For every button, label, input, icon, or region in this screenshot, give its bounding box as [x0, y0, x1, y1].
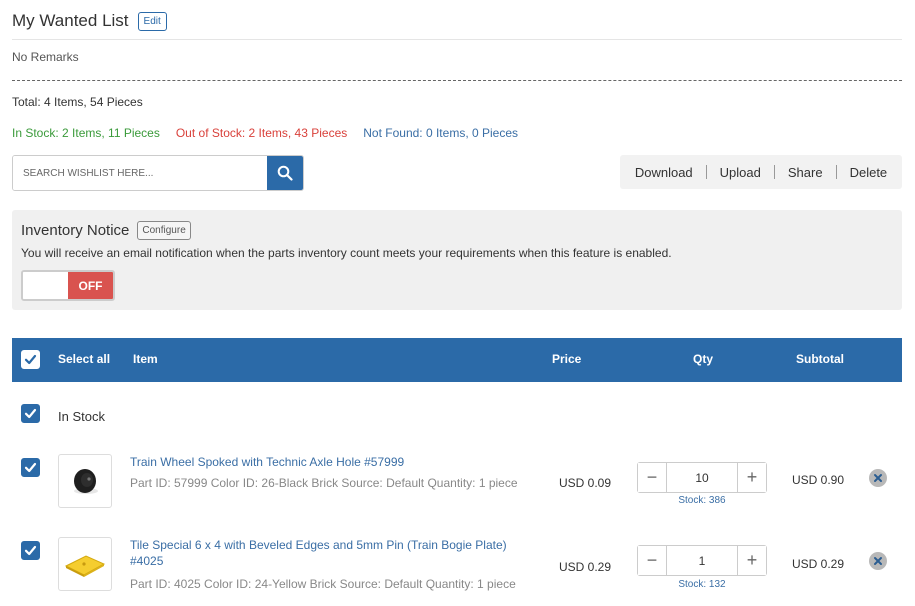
column-header-price: Price	[552, 352, 582, 366]
in-stock-summary[interactable]: In Stock: 2 Items, 11 Pieces	[12, 126, 160, 140]
select-all-label[interactable]: Select all	[58, 352, 110, 366]
wishlist-actions: Download Upload Share Delete	[620, 155, 902, 189]
checkbox	[21, 350, 40, 369]
row-checkbox[interactable]	[21, 541, 40, 560]
increment-button[interactable]: +	[738, 546, 766, 575]
stock-summary: In Stock: 2 Items, 11 Pieces Out of Stoc…	[12, 126, 534, 140]
checkbox	[21, 458, 40, 477]
title-row: My Wanted List Edit	[12, 11, 167, 31]
check-icon	[24, 408, 37, 419]
check-icon	[24, 354, 37, 365]
quantity-stepper: − 1 +	[637, 545, 767, 576]
yellow-tile-image	[64, 555, 106, 577]
column-header-item: Item	[133, 352, 158, 366]
quantity-stepper: − 10 +	[637, 462, 767, 493]
item-name-link[interactable]: Tile Special 6 x 4 with Beveled Edges an…	[130, 537, 530, 569]
checkbox	[21, 404, 40, 423]
notice-title-row: Inventory Notice Configure	[21, 221, 191, 240]
decrement-button[interactable]: −	[638, 546, 666, 575]
item-subtotal: USD 0.29	[792, 557, 845, 571]
notification-toggle[interactable]: OFF	[21, 270, 115, 301]
page-title: My Wanted List	[12, 11, 129, 30]
toggle-state-label: OFF	[68, 272, 113, 299]
search-button[interactable]	[267, 156, 303, 190]
search-input[interactable]	[13, 156, 267, 190]
delete-button[interactable]: Delete	[837, 165, 901, 180]
checkbox	[21, 541, 40, 560]
not-found-summary[interactable]: Not Found: 0 Items, 0 Pieces	[363, 126, 518, 140]
upload-button[interactable]: Upload	[707, 165, 774, 180]
notice-title: Inventory Notice	[21, 222, 130, 239]
dashed-divider	[12, 80, 902, 81]
item-meta: Part ID: 57999 Color ID: 26-Black Brick …	[130, 476, 518, 490]
decrement-button[interactable]: −	[638, 463, 666, 492]
inventory-notice-panel: Inventory Notice Configure You will rece…	[12, 210, 902, 310]
item-thumbnail[interactable]	[58, 454, 112, 508]
stock-count: Stock: 132	[678, 579, 726, 590]
toggle-knob	[23, 272, 68, 299]
download-button[interactable]: Download	[622, 165, 706, 180]
item-subtotal: USD 0.90	[792, 473, 845, 487]
remove-item-button[interactable]	[869, 469, 887, 487]
item-meta: Part ID: 4025 Color ID: 24-Yellow Brick …	[130, 577, 516, 591]
edit-button[interactable]: Edit	[137, 11, 167, 31]
remarks-text: No Remarks	[12, 50, 79, 64]
check-icon	[24, 545, 37, 556]
quantity-input[interactable]: 1	[666, 546, 738, 575]
notice-description: You will receive an email notification w…	[21, 246, 672, 260]
item-price: USD 0.09	[559, 476, 612, 490]
select-all-checkbox[interactable]	[21, 350, 40, 369]
increment-button[interactable]: +	[738, 463, 766, 492]
share-button[interactable]: Share	[775, 165, 836, 180]
in-stock-section-label: In Stock	[58, 409, 105, 424]
item-thumbnail[interactable]	[58, 537, 112, 591]
item-price: USD 0.29	[559, 560, 612, 574]
quantity-input[interactable]: 10	[666, 463, 738, 492]
total-summary: Total: 4 Items, 54 Pieces	[12, 95, 143, 109]
search-icon	[277, 165, 293, 181]
configure-button[interactable]: Configure	[137, 221, 191, 240]
train-wheel-image	[74, 469, 98, 494]
column-header-subtotal: Subtotal	[796, 352, 844, 366]
close-icon	[874, 557, 882, 565]
search-box	[12, 155, 304, 191]
remove-item-button[interactable]	[869, 552, 887, 570]
out-of-stock-summary[interactable]: Out of Stock: 2 Items, 43 Pieces	[176, 126, 347, 140]
in-stock-section-checkbox[interactable]	[21, 404, 40, 423]
table-header: Select all Item Price Qty Subtotal	[12, 338, 902, 382]
check-icon	[24, 462, 37, 473]
divider	[12, 39, 902, 40]
column-header-qty: Qty	[693, 352, 714, 366]
row-checkbox[interactable]	[21, 458, 40, 477]
item-name-link[interactable]: Train Wheel Spoked with Technic Axle Hol…	[130, 454, 530, 470]
close-icon	[874, 474, 882, 482]
stock-count: Stock: 386	[678, 495, 726, 506]
